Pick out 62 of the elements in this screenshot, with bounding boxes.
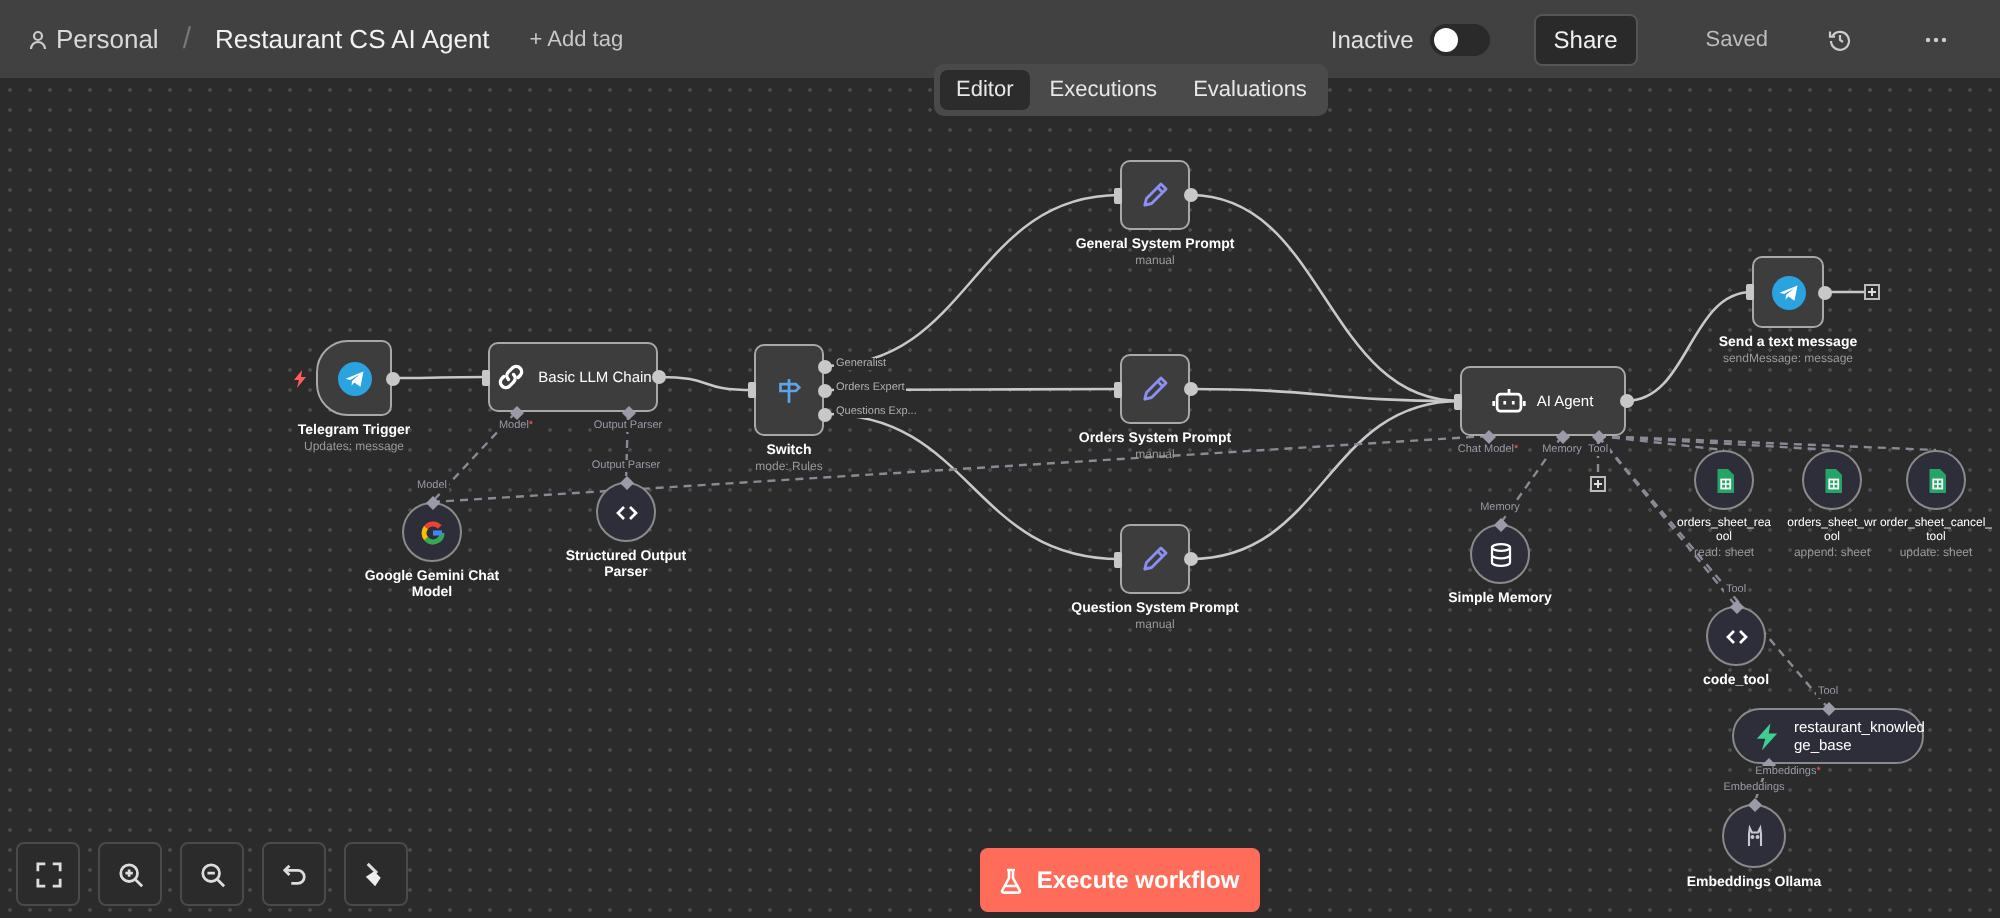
input-handle[interactable] — [1114, 381, 1122, 397]
workflow-node[interactable] — [1694, 450, 1754, 510]
add-node-button[interactable] — [1590, 476, 1606, 492]
workflow-node[interactable] — [1120, 524, 1190, 594]
input-handle[interactable] — [1454, 393, 1462, 409]
workflow-node[interactable] — [1906, 450, 1966, 510]
person-icon — [28, 29, 48, 49]
zoom-in-icon — [117, 861, 143, 887]
breadcrumb-separator: / — [182, 22, 191, 56]
telegram-icon — [337, 361, 371, 395]
view-tab[interactable]: Evaluations — [1177, 70, 1323, 110]
input-handle[interactable] — [1746, 284, 1754, 300]
input-handle[interactable] — [482, 369, 490, 385]
workflow-node[interactable] — [1120, 160, 1190, 230]
workflow-name[interactable]: Restaurant CS AI Agent — [214, 24, 490, 54]
fit-view-button[interactable] — [16, 842, 80, 906]
undo-icon — [281, 861, 307, 887]
history-icon[interactable] — [1828, 27, 1852, 51]
zoom-in-button[interactable] — [98, 842, 162, 906]
zoom-out-icon — [199, 861, 225, 887]
workflow-node[interactable] — [1752, 256, 1824, 328]
link-icon — [494, 360, 529, 394]
fit-view-icon — [35, 861, 61, 887]
lightning-icon — [294, 370, 306, 388]
status-label: Inactive — [1330, 25, 1414, 53]
pencil-icon — [1138, 372, 1172, 406]
multicolor-ring-icon — [417, 517, 447, 547]
telegram-icon — [1771, 275, 1805, 309]
workflow-node[interactable] — [1470, 524, 1530, 584]
plus-icon — [1592, 478, 1604, 490]
add-node-button[interactable] — [1864, 284, 1880, 300]
workflow-node[interactable] — [1120, 354, 1190, 424]
workflow-node[interactable] — [596, 482, 656, 542]
database-icon — [1485, 539, 1515, 569]
workflow-node[interactable] — [1802, 450, 1862, 510]
input-handle[interactable] — [1114, 187, 1122, 203]
pencil-icon — [1138, 178, 1172, 212]
workflow-node[interactable] — [316, 340, 392, 416]
zoom-out-button[interactable] — [180, 842, 244, 906]
workflow-node[interactable] — [754, 344, 824, 436]
share-button[interactable]: Share — [1533, 13, 1638, 65]
save-status: Saved — [1705, 27, 1768, 51]
view-tab[interactable]: Executions — [1033, 70, 1174, 110]
project-link[interactable]: Personal — [56, 24, 159, 54]
input-handle[interactable] — [1114, 551, 1122, 567]
plus-icon — [1866, 286, 1878, 298]
workflow-node[interactable] — [402, 502, 462, 562]
pencil-icon — [1138, 542, 1172, 576]
view-tab[interactable]: Editor — [940, 70, 1030, 110]
more-icon[interactable] — [1924, 35, 1948, 43]
tidy-up-button[interactable] — [344, 842, 408, 906]
active-toggle[interactable] — [1429, 23, 1490, 55]
workflow-node[interactable] — [1706, 606, 1766, 666]
workflow-node[interactable] — [1722, 804, 1786, 868]
add-tag-link[interactable]: + Add tag — [529, 27, 624, 51]
flask-icon — [1000, 867, 1023, 893]
port-handle[interactable] — [1729, 599, 1743, 613]
input-handle[interactable] — [748, 382, 756, 398]
undo-button[interactable] — [262, 842, 326, 906]
robot-icon — [1492, 384, 1527, 418]
port-handle[interactable] — [1821, 701, 1835, 715]
port-handle[interactable] — [1591, 429, 1605, 443]
